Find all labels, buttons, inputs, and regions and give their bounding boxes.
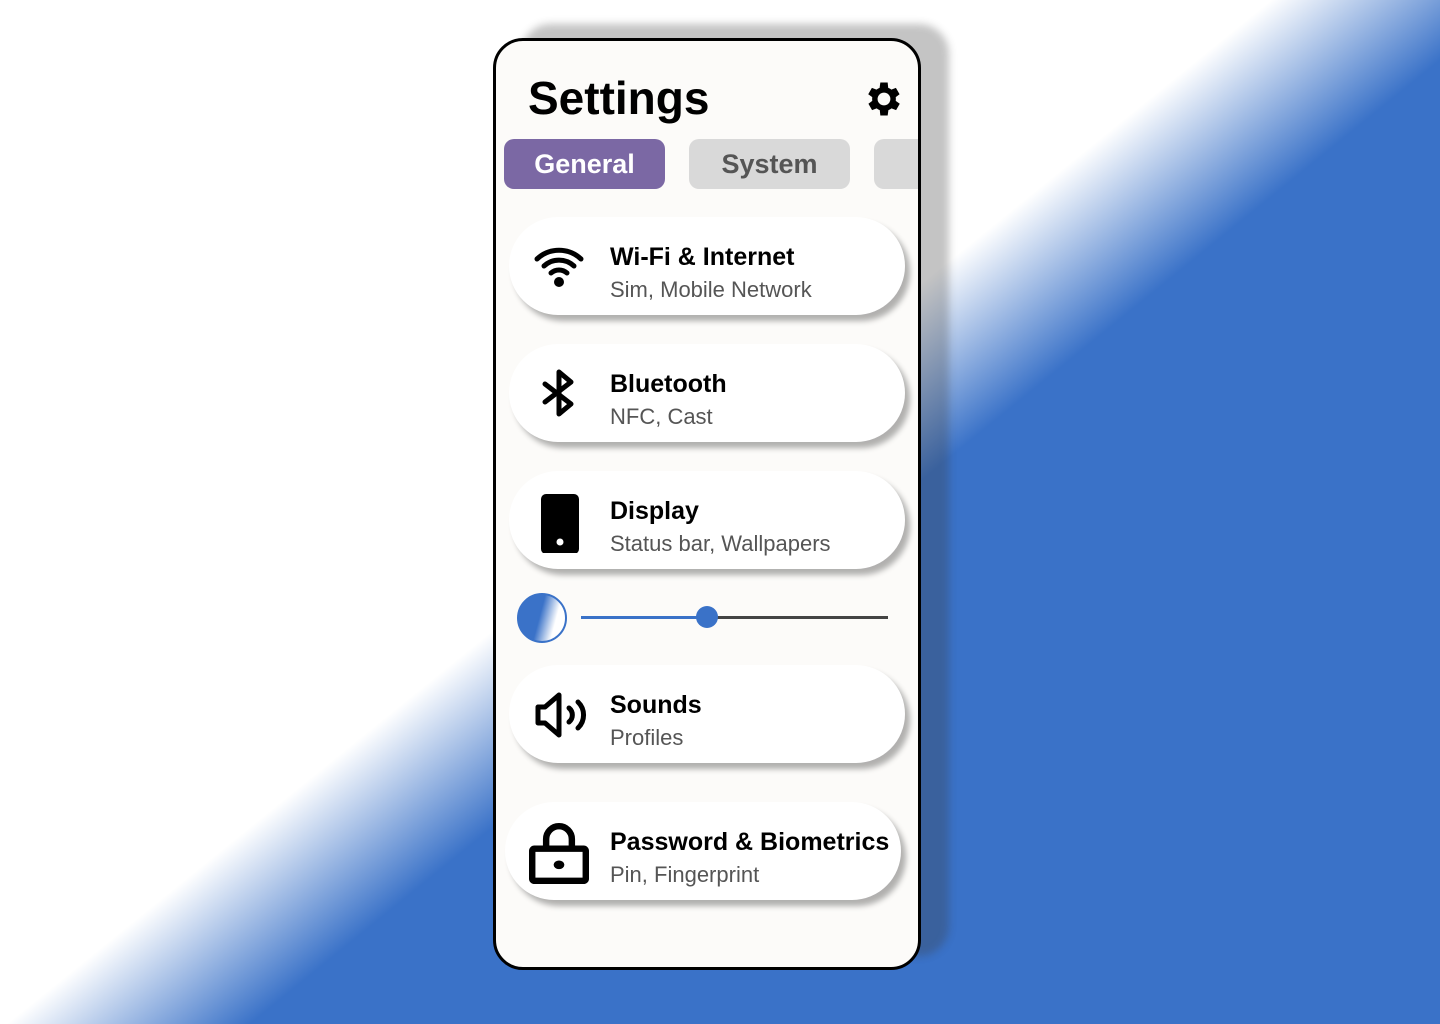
- tab-more[interactable]: [874, 139, 918, 189]
- brightness-icon: [517, 593, 567, 643]
- item-subtitle: Status bar, Wallpapers: [610, 531, 831, 556]
- phone-icon: [541, 494, 579, 553]
- item-subtitle: Pin, Fingerprint: [610, 862, 760, 887]
- tab-system[interactable]: System: [689, 139, 850, 189]
- slider-fill: [581, 616, 707, 619]
- item-title: Sounds: [610, 691, 702, 719]
- item-subtitle: NFC, Cast: [610, 404, 713, 429]
- gear-icon[interactable]: [862, 77, 906, 121]
- brightness-slider[interactable]: [581, 606, 888, 628]
- settings-screen: Settings General System Wi-Fi & Internet…: [493, 38, 921, 970]
- wifi-icon: [534, 247, 584, 287]
- password-biometrics-item[interactable]: Password & Biometrics Pin, Fingerprint: [505, 802, 901, 900]
- item-title: Bluetooth: [610, 370, 727, 398]
- display-item[interactable]: Display Status bar, Wallpapers: [509, 471, 905, 569]
- sounds-item[interactable]: Sounds Profiles: [509, 665, 905, 763]
- page-title: Settings: [528, 72, 710, 124]
- bluetooth-item[interactable]: Bluetooth NFC, Cast: [509, 344, 905, 442]
- slider-thumb[interactable]: [695, 606, 718, 628]
- bluetooth-icon: [542, 369, 574, 417]
- speaker-icon: [535, 692, 586, 738]
- tab-general[interactable]: General: [504, 139, 665, 189]
- lock-icon: [529, 823, 589, 884]
- item-subtitle: Sim, Mobile Network: [610, 277, 812, 302]
- item-title: Wi-Fi & Internet: [610, 243, 795, 271]
- item-title: Display: [610, 497, 699, 525]
- wifi-internet-item[interactable]: Wi-Fi & Internet Sim, Mobile Network: [509, 217, 905, 315]
- item-title: Password & Biometrics: [610, 828, 890, 856]
- item-subtitle: Profiles: [610, 725, 684, 750]
